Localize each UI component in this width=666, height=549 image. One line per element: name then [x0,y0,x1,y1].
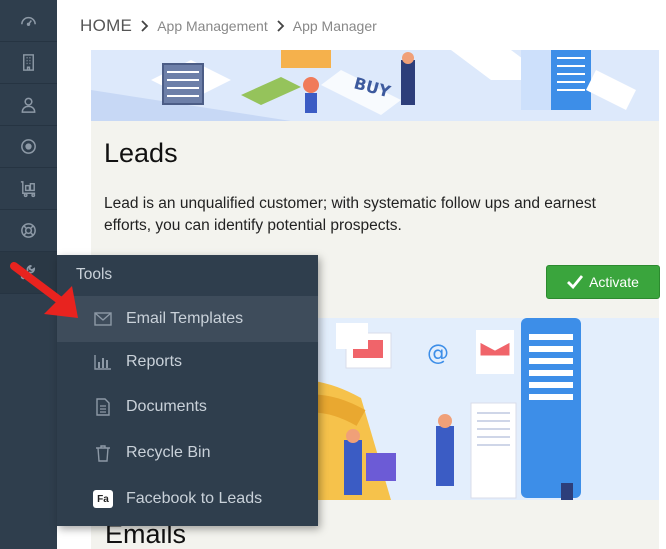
menu-item-label: Documents [126,398,207,415]
chevron-right-icon [140,20,149,32]
breadcrumb-app-management[interactable]: App Management [157,18,268,34]
breadcrumb-home[interactable]: HOME [80,16,132,36]
document-icon [93,397,113,417]
building-icon [23,54,34,71]
fa-badge-icon: Fa [93,489,113,509]
menu-item-label: Recycle Bin [126,444,211,461]
sidebar-item-accounts[interactable] [0,42,57,84]
menu-item-email-templates[interactable]: Email Templates [57,296,318,342]
activate-label: Activate [589,274,639,290]
leads-banner-illustration: BUY [91,50,659,121]
cart-icon [20,181,36,198]
activate-button[interactable]: Activate [546,265,660,299]
user-icon [21,97,36,113]
leads-description: Lead is an unqualified customer; with sy… [104,195,596,234]
annotation-arrow-icon [10,262,78,318]
tools-flyout-menu: Tools Email Templates Reports Documents … [57,255,318,526]
envelope-icon [93,309,113,329]
bar-chart-icon [93,352,113,372]
svg-text:@: @ [427,341,449,366]
sidebar-item-support[interactable] [0,210,57,252]
trash-icon [93,443,113,463]
sidebar-item-dashboard[interactable] [0,0,57,42]
menu-item-reports[interactable]: Reports [57,339,318,385]
menu-item-documents[interactable]: Documents [57,384,318,430]
menu-item-label: Reports [126,353,183,370]
sidebar-item-contacts[interactable] [0,84,57,126]
menu-item-label: Email Templates [126,310,244,327]
sidebar-item-goals[interactable] [0,126,57,168]
dashboard-icon [21,16,36,27]
menu-item-recycle-bin[interactable]: Recycle Bin [57,430,318,476]
fa-badge-text: Fa [93,490,113,508]
leads-title: Leads [104,138,178,168]
chevron-right-icon [276,20,285,32]
lifebuoy-icon [21,223,36,238]
menu-item-label: Facebook to Leads [126,490,263,507]
check-icon [567,275,584,289]
breadcrumb: HOME App Management App Manager [80,15,377,37]
sidebar-item-sales[interactable] [0,168,57,210]
breadcrumb-app-manager: App Manager [292,18,377,34]
target-icon [21,139,36,154]
menu-item-facebook-to-leads[interactable]: Fa Facebook to Leads [57,476,318,522]
